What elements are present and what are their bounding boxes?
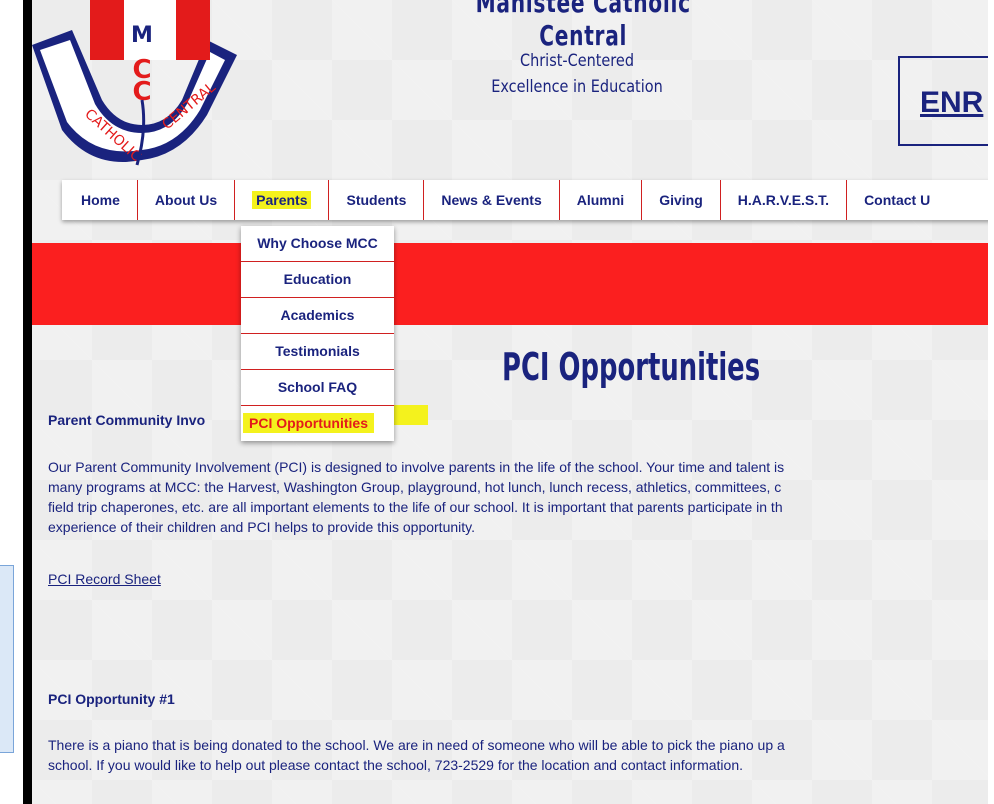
- tagline-line-1: Christ-Centered: [519, 51, 634, 71]
- nav-item-parents[interactable]: Parents: [235, 180, 330, 220]
- viewport-right-edge: [988, 0, 994, 804]
- dropdown-item-academics[interactable]: Academics: [241, 298, 394, 334]
- browser-viewport: M C C CATHOLIC CENTRAL Manistee Catholic…: [23, 0, 994, 804]
- intro-paragraph: Our Parent Community Involvement (PCI) i…: [48, 457, 994, 537]
- site-tagline: Christ-Centered Excellence in Education: [437, 48, 718, 100]
- dropdown-item-school-faq[interactable]: School FAQ: [241, 370, 394, 406]
- intro-paragraph-line: many programs at MCC: the Harvest, Washi…: [48, 479, 782, 495]
- opportunity-paragraph: There is a piano that is being donated t…: [48, 735, 994, 775]
- nav-item-about-us[interactable]: About Us: [138, 180, 236, 220]
- intro-paragraph-line: Our Parent Community Involvement (PCI) i…: [48, 459, 785, 475]
- page-content: M C C CATHOLIC CENTRAL Manistee Catholic…: [32, 0, 994, 804]
- hero-red-band: [32, 243, 994, 325]
- nav-item-giving[interactable]: Giving: [642, 180, 721, 220]
- tagline-line-2: Excellence in Education: [491, 77, 663, 97]
- dropdown-item-education[interactable]: Education: [241, 262, 394, 298]
- section-heading: Parent Community Invo: [48, 412, 206, 428]
- dropdown-item-testimonials[interactable]: Testimonials: [241, 334, 394, 370]
- nav-item-contact-us[interactable]: Contact U: [847, 180, 947, 220]
- nav-item-news-events[interactable]: News & Events: [424, 180, 560, 220]
- side-panel-edge: [0, 565, 14, 753]
- opportunity-paragraph-line: There is a piano that is being donated t…: [48, 737, 785, 753]
- site-name[interactable]: Manistee Catholic Central: [432, 0, 734, 52]
- dropdown-item-pci-opportunities-label: PCI Opportunities: [243, 413, 374, 433]
- intro-paragraph-line: experience of their children and PCI hel…: [48, 519, 475, 535]
- nav-item-parents-label: Parents: [252, 191, 312, 209]
- main-nav: Home About Us Parents Students News & Ev…: [62, 180, 994, 220]
- nav-item-harvest[interactable]: H.A.R.V.E.S.T.: [721, 180, 848, 220]
- nav-item-alumni[interactable]: Alumni: [560, 180, 643, 220]
- nav-item-home[interactable]: Home: [62, 180, 138, 220]
- pci-record-sheet-link[interactable]: PCI Record Sheet: [48, 571, 161, 587]
- opportunity-heading: PCI Opportunity #1: [48, 691, 175, 707]
- intro-paragraph-line: field trip chaperones, etc. are all impo…: [48, 499, 783, 515]
- enroll-label: ENR: [920, 86, 984, 119]
- dropdown-item-why-choose-mcc[interactable]: Why Choose MCC: [241, 226, 394, 262]
- nav-item-students[interactable]: Students: [329, 180, 425, 220]
- opportunity-paragraph-line: school. If you would like to help out pl…: [48, 757, 743, 773]
- dropdown-item-pci-opportunities[interactable]: PCI Opportunities: [241, 406, 394, 441]
- enroll-button[interactable]: ENR: [898, 56, 994, 146]
- page-title: PCI Opportunities: [502, 345, 761, 389]
- parents-dropdown-menu: Why Choose MCC Education Academics Testi…: [241, 226, 394, 441]
- school-logo[interactable]: M C C CATHOLIC CENTRAL: [32, 0, 247, 170]
- dropdown-highlight-extension: [394, 405, 428, 425]
- logo-letter-m: M: [131, 23, 153, 48]
